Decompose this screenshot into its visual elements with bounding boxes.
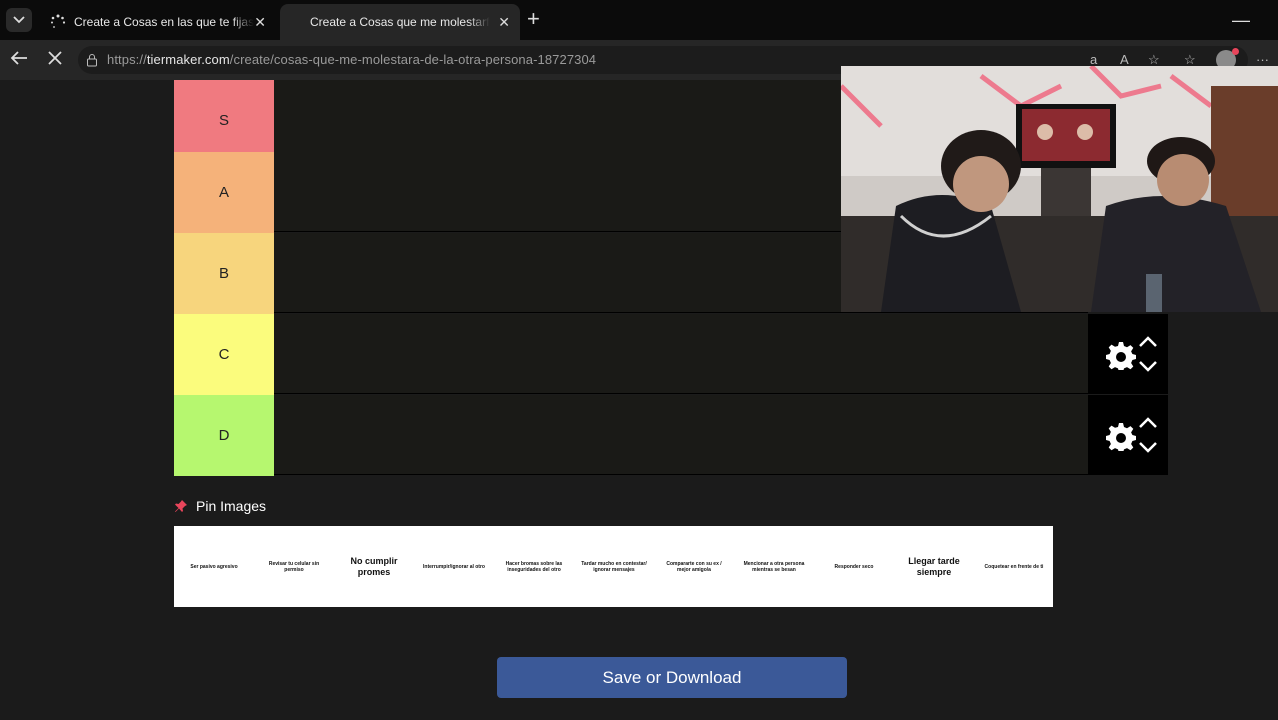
browser-tab-strip: Create a Cosas en las que te fijas e ✕ C… [0,0,1278,40]
unranked-items-pool: Ser pasivo agresivo Revisar tu celular s… [174,526,1053,607]
list-item[interactable]: Ser pasivo agresivo [174,526,254,607]
tab-title: Create a Cosas que me molestarfa [310,15,490,29]
list-item[interactable]: Compararte con su ex / mejor amigo/a [654,526,734,607]
move-up-icon[interactable] [1136,415,1160,429]
tier-label[interactable]: B [174,233,274,314]
list-item[interactable]: Responder seco [814,526,894,607]
loading-spinner-icon [50,14,66,30]
read-aloud-icon[interactable]: A [1120,52,1129,67]
gear-icon[interactable] [1106,421,1136,451]
pin-icon [175,500,187,512]
tier-label[interactable]: C [174,314,274,395]
url-text[interactable]: https://tiermaker.com/create/cosas-que-m… [107,52,596,67]
tier-controls [1088,314,1168,394]
tab-title: Create a Cosas en las que te fijas e [74,15,254,29]
pin-images-label: Pin Images [196,498,267,514]
webcam-overlay [841,66,1278,312]
tier-label[interactable]: A [174,152,274,233]
translate-icon[interactable]: a [1090,52,1097,67]
move-down-icon[interactable] [1136,360,1160,374]
notification-dot [1232,48,1239,55]
tier-drop-zone[interactable] [274,395,1088,475]
list-item[interactable]: Coquetear en frente de ti [974,526,1054,607]
list-item[interactable]: Interrumpir/ignorar al otro [414,526,494,607]
tab-actions-menu-button[interactable] [6,8,32,32]
close-tab-icon[interactable]: ✕ [254,14,266,31]
pin-images-toggle[interactable]: Pin Images [174,498,266,514]
list-item[interactable]: No cumplir promes [334,526,414,607]
minimize-window-icon[interactable]: — [1232,10,1250,31]
tier-drop-zone[interactable] [274,314,1088,394]
chevron-down-icon [13,16,25,24]
tier-row-c: C [174,314,1168,395]
list-item[interactable]: Mencionar a otra persona mientras se bes… [734,526,814,607]
new-tab-plus-icon[interactable]: + [527,8,540,30]
back-arrow-icon[interactable] [10,50,28,70]
tier-controls [1088,395,1168,475]
stop-loading-icon[interactable] [47,50,63,70]
lock-icon [87,54,97,67]
browser-tab-2-active[interactable]: Create a Cosas que me molestarfa ✕ [280,4,520,40]
tier-row-d: D [174,395,1168,476]
browser-tab-1[interactable]: Create a Cosas en las que te fijas e ✕ [40,4,276,40]
move-up-icon[interactable] [1136,334,1160,348]
gear-icon[interactable] [1106,340,1136,370]
webcam-video-image [841,66,1278,312]
list-item[interactable]: Tardar mucho en contestar/ ignorar mensa… [574,526,654,607]
list-item[interactable]: Hacer bromas sobre las inseguridades del… [494,526,574,607]
more-options-icon[interactable]: ··· [1256,52,1269,67]
tier-label[interactable]: D [174,395,274,476]
close-tab-icon[interactable]: ✕ [498,14,510,31]
list-item[interactable]: Llegar tarde siempre [894,526,974,607]
save-or-download-button[interactable]: Save or Download [497,657,847,698]
list-item[interactable]: Revisar tu celular sin permiso [254,526,334,607]
tier-label[interactable]: S [174,80,274,160]
move-down-icon[interactable] [1136,441,1160,455]
